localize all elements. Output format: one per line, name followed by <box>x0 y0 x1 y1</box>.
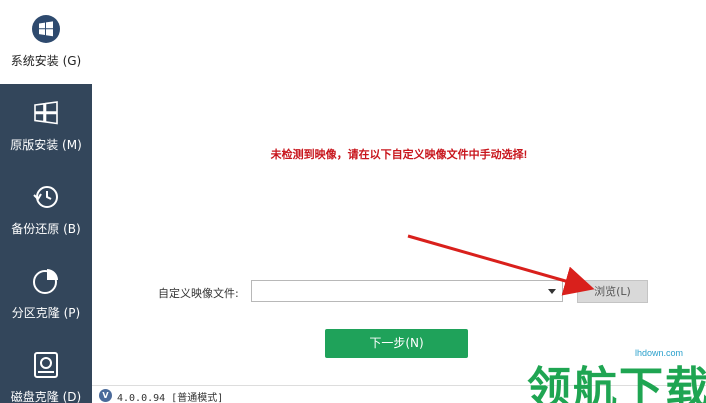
custom-image-file-label: 自定义映像文件: <box>158 287 239 300</box>
sidebar-item-label: 磁盘克隆 (D) <box>10 390 82 403</box>
disk-icon <box>34 352 58 378</box>
sidebar-item-label: 备份还原 (B) <box>11 222 81 236</box>
sidebar-item-label: 分区克隆 (P) <box>11 306 81 320</box>
sidebar-item-backup-restore[interactable]: 备份还原 (B) <box>0 168 92 252</box>
windows-circle-icon <box>32 15 60 43</box>
windows-logo-icon <box>34 101 58 125</box>
next-step-button[interactable]: 下一步(N) <box>325 329 468 358</box>
clock-restore-icon <box>33 186 58 208</box>
sidebar: 系统安装 (G) 原版安装 (M) 备份还原 (B) 分区克隆 (P) 磁盘克隆… <box>0 0 92 403</box>
chevron-down-icon[interactable] <box>548 289 556 294</box>
version-text: 4.0.0.94 [普通模式] <box>117 393 224 403</box>
sidebar-item-system-install[interactable]: 系统安装 (G) <box>0 0 92 84</box>
browse-button[interactable]: 浏览(L) <box>577 280 648 303</box>
sidebar-item-label: 原版安装 (M) <box>10 138 82 152</box>
sidebar-item-partition-clone[interactable]: 分区克隆 (P) <box>0 252 92 336</box>
no-image-warning: 未检测到映像，请在以下自定义映像文件中手动选择! <box>270 149 528 161</box>
sidebar-item-label: 系统安装 (G) <box>10 54 82 68</box>
sidebar-item-disk-clone[interactable]: 磁盘克隆 (D) <box>0 336 92 403</box>
image-file-combobox[interactable] <box>251 280 563 302</box>
version-icon: V <box>99 389 112 402</box>
watermark-logo: lhdown.com 领航下载 <box>523 344 706 403</box>
main-panel: 未检测到映像，请在以下自定义映像文件中手动选择! 自定义映像文件: 浏览(L) … <box>92 0 706 403</box>
watermark-text: 领航下载 <box>527 363 706 403</box>
pie-chart-icon <box>33 269 58 294</box>
sidebar-item-original-install[interactable]: 原版安装 (M) <box>0 84 92 168</box>
image-file-input[interactable] <box>254 283 542 299</box>
